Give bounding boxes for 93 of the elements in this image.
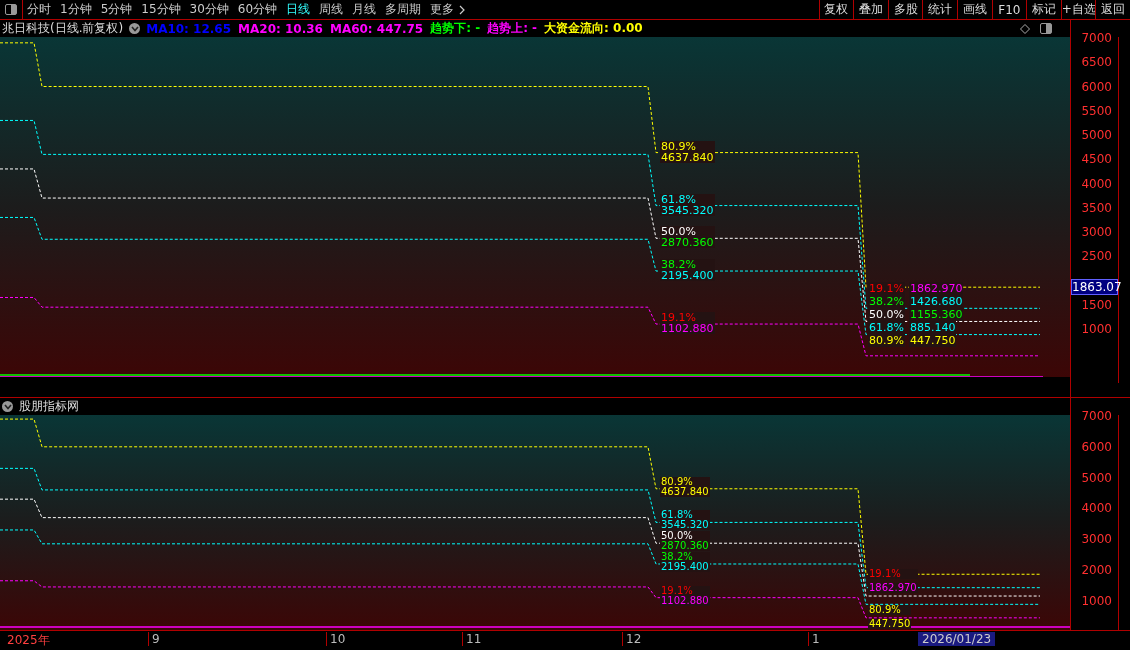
period-tab[interactable]: 周线 xyxy=(315,1,349,18)
fib-percent: 19.1% xyxy=(868,282,905,296)
axis-tick-label: 7000 xyxy=(1081,409,1112,423)
dropdown-icon[interactable] xyxy=(2,401,13,412)
indicator-value: MA60: 447.75 xyxy=(329,21,424,36)
period-tab[interactable]: 60分钟 xyxy=(233,1,283,18)
fib-price: 1862.970 xyxy=(868,583,918,594)
fib-percent: 38.2% xyxy=(868,295,905,309)
toolbar-button[interactable]: 画线 xyxy=(957,0,992,19)
toolbar-button[interactable]: 复权 xyxy=(818,0,854,19)
panel-toggle-icon[interactable] xyxy=(1040,23,1052,34)
axis-tick-label: 4000 xyxy=(1081,501,1112,516)
date-axis-label: 11 xyxy=(462,632,482,646)
fib-percent: 61.8% xyxy=(868,321,905,335)
axis-tick-label: 3000 xyxy=(1081,532,1112,547)
fib-price: 3545.320 xyxy=(660,204,715,216)
fib-percent: 80.9% xyxy=(868,605,912,616)
fib-price: 1426.680 xyxy=(908,295,964,309)
fib-percent: 38.2% xyxy=(660,259,715,270)
axis-tick-label: 4500 xyxy=(1081,152,1112,167)
indicator-value: MA10: 12.65 xyxy=(146,21,232,36)
date-axis-label: 2025年 xyxy=(6,632,50,649)
axis-tick-label: 5500 xyxy=(1081,103,1112,118)
fib-price: 2195.400 xyxy=(660,270,715,281)
axis-tick-label: 5000 xyxy=(1081,470,1112,485)
fib-price: 2870.360 xyxy=(660,237,715,249)
dropdown-icon[interactable] xyxy=(129,23,141,34)
fib-percent: 80.9% xyxy=(660,140,715,152)
date-axis-label: 12 xyxy=(622,632,642,646)
axis-tick-label: 4000 xyxy=(1081,176,1112,191)
fib-percent: 50.0% xyxy=(660,226,715,238)
toolbar-button[interactable]: +自选 xyxy=(1060,0,1096,19)
axis-tick-label: 2000 xyxy=(1081,563,1112,577)
indicator-title: 股朋指标网 xyxy=(19,398,79,415)
date-axis-label: 9 xyxy=(148,632,160,646)
fib-price: 885.140 xyxy=(908,321,957,335)
fib-price: 447.750 xyxy=(908,334,957,348)
fib-price: 2870.360 xyxy=(660,541,710,552)
date-axis-label: 1 xyxy=(808,632,820,646)
fib-percent: 38.2% xyxy=(660,551,710,562)
fib-percent: 61.8% xyxy=(660,193,715,205)
axis-tick-label: 6000 xyxy=(1081,79,1112,94)
indicator-value: 趋势下: - xyxy=(430,20,481,37)
toolbar-button[interactable]: 标记 xyxy=(1026,0,1061,19)
fib-percent: 19.1% xyxy=(660,585,710,596)
axis-tick-label: 3000 xyxy=(1081,225,1112,239)
axis-tick-label: 7000 xyxy=(1081,31,1112,45)
fib-price: 1862.970 xyxy=(908,282,964,296)
toolbar-button[interactable]: 多股 xyxy=(887,0,923,19)
fib-percent: 19.1% xyxy=(868,569,918,580)
period-tab[interactable]: 30分钟 xyxy=(185,1,234,18)
fib-price: 4637.840 xyxy=(660,486,710,497)
period-tab[interactable]: 5分钟 xyxy=(96,1,138,18)
period-tab[interactable]: 多周期 xyxy=(381,1,427,18)
axis-tick-label: 2500 xyxy=(1081,249,1112,264)
axis-tick-label: 1000 xyxy=(1081,322,1112,336)
axis-tick-label: 5000 xyxy=(1081,128,1112,142)
fib-percent: 80.9% xyxy=(660,476,710,487)
indicator-value: MA20: 10.36 xyxy=(238,21,323,36)
axis-tick-label: 1500 xyxy=(1081,297,1112,312)
diamond-icon[interactable] xyxy=(1020,23,1030,34)
axis-tick-label: 6000 xyxy=(1081,439,1112,454)
toolbar-button[interactable]: 统计 xyxy=(922,0,958,19)
fib-percent: 50.0% xyxy=(660,531,710,542)
period-tab[interactable]: 日线 xyxy=(282,1,316,18)
fib-price: 3545.320 xyxy=(660,520,710,531)
period-tab[interactable]: 15分钟 xyxy=(137,1,186,18)
stock-title: 兆日科技(日线.前复权) xyxy=(2,20,124,37)
period-tab[interactable]: 月线 xyxy=(348,1,382,18)
period-tab[interactable]: 更多 xyxy=(426,1,460,18)
fib-percent: 19.1% xyxy=(660,312,715,323)
fib-price: 447.750 xyxy=(868,619,912,630)
date-axis-label: 10 xyxy=(326,632,346,646)
cursor-date-tag: 2026/01/23 xyxy=(918,632,996,646)
fib-percent: 61.8% xyxy=(660,510,710,521)
fib-price: 1102.880 xyxy=(660,323,715,334)
fib-percent: 50.0% xyxy=(868,308,905,322)
indicator-value: 大资金流向: 0.00 xyxy=(544,20,643,37)
fib-price: 1102.880 xyxy=(660,595,710,606)
toolbar-button[interactable]: 叠加 xyxy=(853,0,888,19)
fib-price: 2195.400 xyxy=(660,561,710,572)
fib-percent: 80.9% xyxy=(868,334,905,348)
axis-tick-label: 3500 xyxy=(1081,200,1112,215)
fib-price: 1155.360 xyxy=(908,308,964,322)
axis-tick-label: 6500 xyxy=(1081,55,1112,70)
toolbar-button[interactable]: F10 xyxy=(991,0,1027,19)
indicator-value: 趋势上: - xyxy=(487,20,538,37)
toolbar-button[interactable]: 返回 xyxy=(1095,0,1130,19)
period-tab[interactable]: 分时 xyxy=(23,1,56,18)
period-tab[interactable]: 1分钟 xyxy=(56,1,97,18)
chevron-right-icon[interactable] xyxy=(459,4,466,15)
axis-tick-label: 1000 xyxy=(1081,593,1112,608)
fib-price: 4637.840 xyxy=(660,151,715,163)
